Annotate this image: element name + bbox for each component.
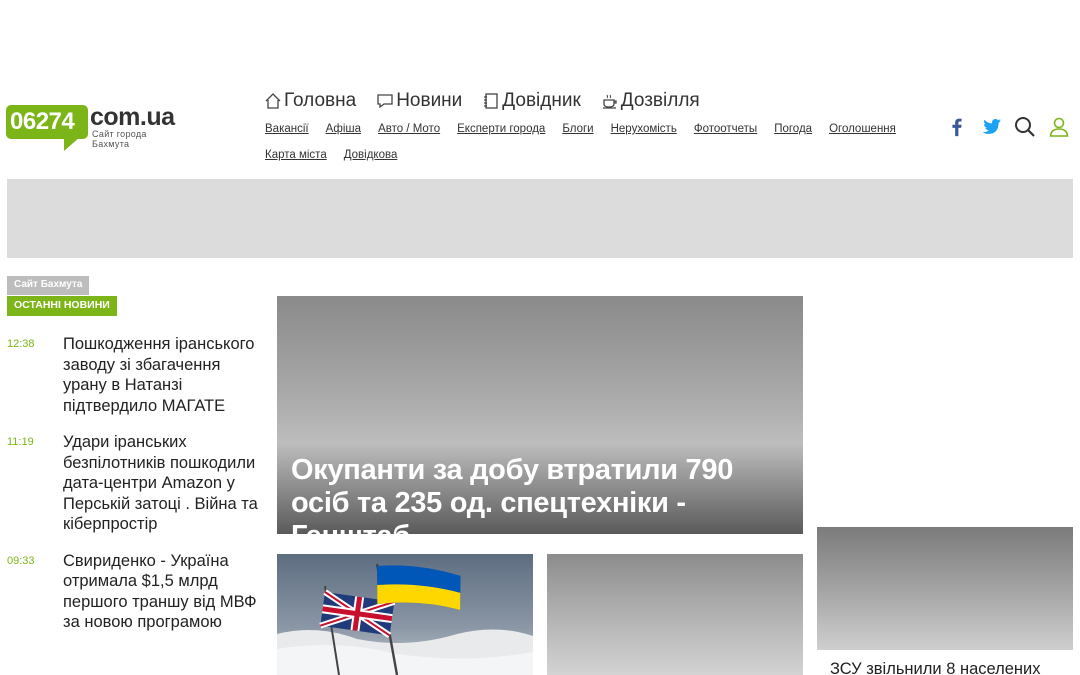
subnav-classifieds[interactable]: Оголошення xyxy=(829,121,896,137)
subnav-weather[interactable]: Погода xyxy=(774,121,812,137)
coffee-icon xyxy=(602,94,617,109)
news-item[interactable]: 11:19 Удари іранських безпілотників пошк… xyxy=(7,432,267,535)
logo-tagline: Сайт города Бахмута xyxy=(92,129,147,149)
chat-icon xyxy=(377,94,393,109)
news-item[interactable]: 12:38 Пошкодження іранського заводу зі з… xyxy=(7,334,267,416)
nav-home[interactable]: Головна xyxy=(264,90,356,112)
nav-news-label: Новини xyxy=(396,90,463,111)
news-item[interactable]: 09:33 Свириденко - Україна отримала $1,5… xyxy=(7,551,267,633)
nav-directory[interactable]: Довідник xyxy=(482,90,581,112)
subnav-auto[interactable]: Авто / Мото xyxy=(378,121,440,137)
hero-title[interactable]: Окупанти за добу втратили 790 осіб та 23… xyxy=(291,454,789,553)
flags-image xyxy=(277,563,533,675)
ad-banner[interactable] xyxy=(7,179,1073,258)
news-title[interactable]: Пошкодження іранського заводу зі збагаче… xyxy=(63,334,267,416)
facebook-icon[interactable] xyxy=(944,114,970,140)
site-logo[interactable]: 06274 com.ua Сайт города Бахмута xyxy=(6,103,186,153)
subnav-blogs[interactable]: Блоги xyxy=(562,121,593,137)
main-nav: Головна Новини Довідник Дозвілля xyxy=(264,90,700,112)
twitter-icon[interactable] xyxy=(978,114,1004,140)
logo-speech-tail xyxy=(64,137,80,151)
news-time: 09:33 xyxy=(7,554,35,567)
nav-home-label: Головна xyxy=(284,90,357,111)
search-icon[interactable] xyxy=(1012,114,1038,140)
news-time: 11:19 xyxy=(7,436,34,448)
logo-domain: com.ua xyxy=(90,103,175,131)
home-icon xyxy=(265,93,281,109)
nav-news[interactable]: Новини xyxy=(376,90,462,112)
news-title[interactable]: Удари іранських безпілотників пошкодили … xyxy=(63,432,267,535)
notebook-icon xyxy=(484,93,498,109)
sub-nav: Вакансії Афіша Авто / Мото Експерти горо… xyxy=(265,121,905,163)
user-icon[interactable] xyxy=(1046,114,1072,140)
site-tag[interactable]: Сайт Бахмута xyxy=(7,276,90,295)
header-actions xyxy=(944,114,1072,140)
latest-news-tag[interactable]: Останні новини xyxy=(7,296,117,316)
article-card-title[interactable]: ЗСУ звільнили 8 населених xyxy=(830,659,1070,675)
article-card-image[interactable] xyxy=(277,554,533,675)
subnav-vacancies[interactable]: Вакансії xyxy=(265,121,309,137)
article-card-image[interactable] xyxy=(547,554,803,675)
subnav-reference[interactable]: Довідкова xyxy=(344,147,398,163)
news-title[interactable]: Свириденко - Україна отримала $1,5 млрд … xyxy=(63,551,267,633)
subnav-afisha[interactable]: Афіша xyxy=(326,121,361,137)
news-time: 12:38 xyxy=(7,338,35,350)
logo-number: 06274 xyxy=(6,105,88,139)
nav-directory-label: Довідник xyxy=(502,90,581,111)
hero-article[interactable]: Окупанти за добу втратили 790 осіб та 23… xyxy=(277,296,803,552)
nav-leisure-label: Дозвілля xyxy=(620,90,700,111)
subnav-experts[interactable]: Експерти города xyxy=(457,121,545,137)
article-card-image[interactable] xyxy=(817,527,1073,650)
latest-news-list: 12:38 Пошкодження іранського заводу зі з… xyxy=(7,334,267,649)
subnav-city-map[interactable]: Карта міста xyxy=(265,147,327,163)
subnav-realty[interactable]: Нерухомість xyxy=(611,121,677,137)
nav-leisure[interactable]: Дозвілля xyxy=(601,90,700,112)
subnav-photoreports[interactable]: Фотоотчеты xyxy=(694,121,757,137)
